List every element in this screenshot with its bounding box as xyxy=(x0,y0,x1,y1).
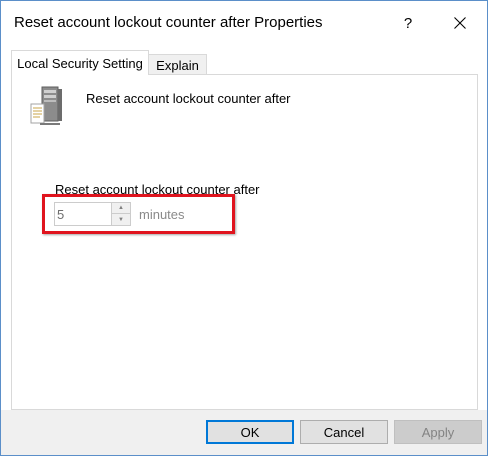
apply-button[interactable]: Apply xyxy=(394,420,482,444)
minutes-input[interactable] xyxy=(55,203,111,225)
title-bar[interactable]: Reset account lockout counter after Prop… xyxy=(1,1,487,45)
spin-down-button[interactable]: ▼ xyxy=(111,214,130,225)
minutes-spinner[interactable]: ▲ ▼ xyxy=(54,202,131,226)
tab-local-security-setting[interactable]: Local Security Setting xyxy=(11,50,149,75)
help-icon: ? xyxy=(403,14,413,32)
tab-label: Explain xyxy=(156,57,199,73)
tab-panel: Reset account lockout counter after Rese… xyxy=(11,74,478,410)
tab-strip: Local Security Setting Explain xyxy=(11,50,478,75)
close-button[interactable] xyxy=(437,7,483,39)
spin-up-button[interactable]: ▲ xyxy=(111,203,130,214)
minutes-unit-label: minutes xyxy=(139,207,185,222)
help-button[interactable]: ? xyxy=(385,7,431,39)
chevron-down-icon: ▼ xyxy=(118,216,124,223)
window-title: Reset account lockout counter after Prop… xyxy=(14,14,323,31)
ok-label: OK xyxy=(240,424,260,440)
lockout-counter-label: Reset account lockout counter after xyxy=(55,182,260,197)
button-bar: OK Cancel Apply xyxy=(1,410,487,455)
close-icon xyxy=(454,17,466,29)
apply-label: Apply xyxy=(421,424,455,440)
tab-explain[interactable]: Explain xyxy=(149,54,207,75)
properties-dialog: Reset account lockout counter after Prop… xyxy=(0,0,488,456)
cancel-label: Cancel xyxy=(323,424,365,440)
ok-button[interactable]: OK xyxy=(206,420,294,444)
policy-heading: Reset account lockout counter after xyxy=(86,91,291,106)
cancel-button[interactable]: Cancel xyxy=(300,420,388,444)
tab-label: Local Security Setting xyxy=(17,55,143,71)
chevron-up-icon: ▲ xyxy=(118,205,124,211)
server-policy-icon xyxy=(30,86,62,125)
